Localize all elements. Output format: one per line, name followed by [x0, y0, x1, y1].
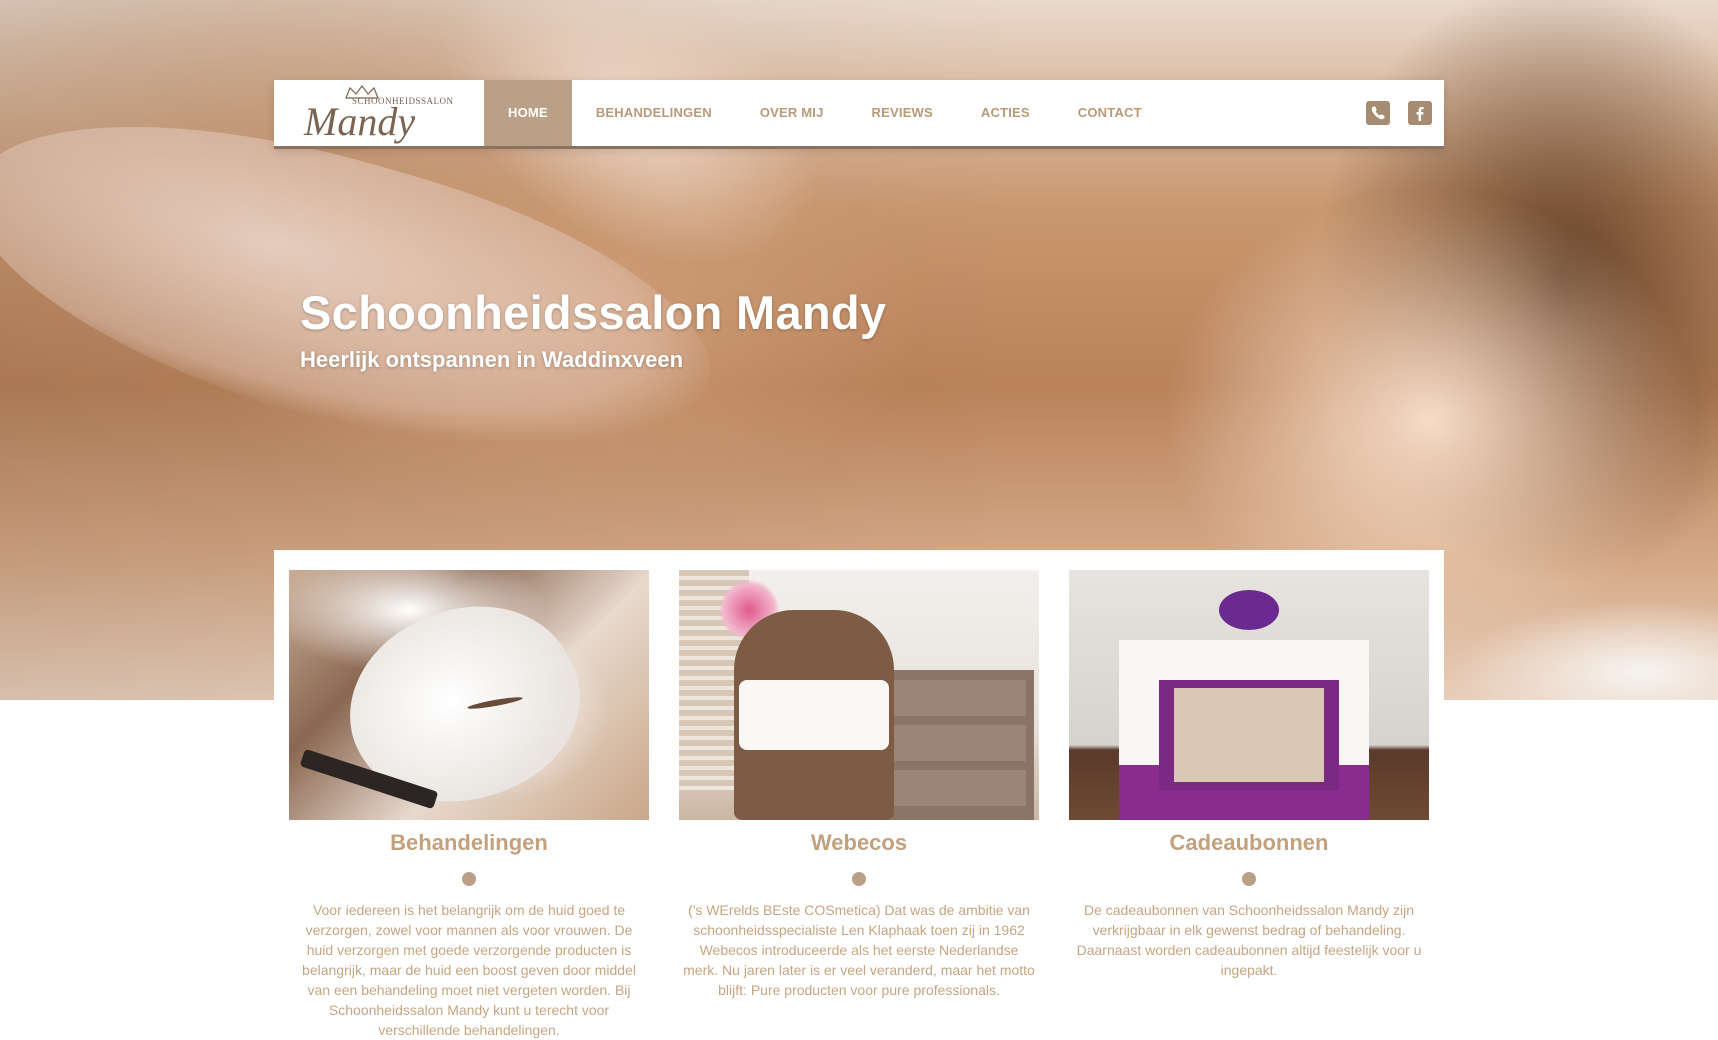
image-detail — [1219, 590, 1279, 630]
card-divider-dot — [462, 872, 476, 886]
card-title[interactable]: Behandelingen — [289, 828, 649, 858]
image-detail — [739, 680, 889, 750]
hero-subtitle: Heerlijk ontspannen in Waddinxveen — [300, 347, 684, 372]
nav-item-over-mij[interactable]: OVER MIJ — [736, 80, 848, 146]
logo-name: Mandy — [304, 99, 416, 144]
card-title[interactable]: Webecos — [679, 828, 1039, 858]
nav-item-reviews[interactable]: REVIEWS — [848, 80, 957, 146]
image-detail — [874, 670, 1034, 820]
image-detail — [1174, 688, 1324, 782]
card-divider-dot — [1242, 872, 1256, 886]
facebook-icon[interactable] — [1408, 101, 1432, 125]
hero-title: Schoonheidssalon Mandy — [300, 286, 887, 339]
card-webecos[interactable]: Webecos ('s WErelds BEste COSmetica) Dat… — [679, 570, 1039, 1000]
nav-item-acties[interactable]: ACTIES — [957, 80, 1054, 146]
nav-menu: HOME BEHANDELINGEN OVER MIJ REVIEWS ACTI… — [484, 80, 1166, 146]
content-section: Behandelingen Voor iedereen is het belan… — [274, 550, 1444, 1038]
card-image-giftbag[interactable] — [1069, 570, 1429, 820]
nav-item-contact[interactable]: CONTACT — [1054, 80, 1166, 146]
card-behandelingen[interactable]: Behandelingen Voor iedereen is het belan… — [289, 570, 649, 1040]
navigation-bar: SCHOONHEIDSSALON Mandy HOME BEHANDELINGE… — [274, 80, 1444, 149]
social-links — [1366, 101, 1432, 125]
card-divider-dot — [852, 872, 866, 886]
logo[interactable]: SCHOONHEIDSSALON Mandy — [302, 84, 453, 144]
card-cadeaubonnen[interactable]: Cadeaubonnen De cadeaubonnen van Schoonh… — [1069, 570, 1429, 980]
phone-icon[interactable] — [1366, 101, 1390, 125]
nav-item-home[interactable]: HOME — [484, 80, 572, 146]
card-image-facial[interactable] — [289, 570, 649, 820]
card-text: De cadeaubonnen van Schoonheidssalon Man… — [1076, 902, 1422, 978]
card-title[interactable]: Cadeaubonnen — [1069, 828, 1429, 858]
nav-item-behandelingen[interactable]: BEHANDELINGEN — [572, 80, 736, 146]
card-image-salon[interactable] — [679, 570, 1039, 820]
card-text: ('s WErelds BEste COSmetica) Dat was de … — [683, 902, 1035, 998]
card-text: Voor iedereen is het belangrijk om de hu… — [302, 902, 636, 1038]
